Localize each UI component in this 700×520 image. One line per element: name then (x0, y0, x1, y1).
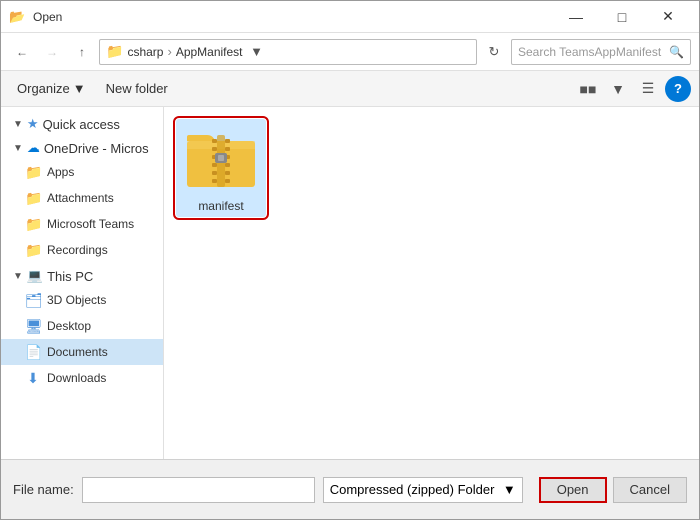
toolbar-right: ■■ ▼ ☰ ? (575, 76, 691, 102)
sidebar-item-desktop-label: Desktop (47, 319, 91, 333)
file-type-dropdown[interactable]: Compressed (zipped) Folder ▼ (323, 477, 523, 503)
view-details-button[interactable]: ☰ (635, 76, 661, 102)
documents-icon: 📄 (25, 344, 41, 361)
file-label-manifest: manifest (198, 199, 243, 213)
up-button[interactable]: ↑ (69, 39, 95, 65)
breadcrumb-part2: AppManifest (176, 45, 243, 59)
address-dropdown[interactable]: ▼ (247, 44, 267, 59)
sidebar-item-3d-label: 3D Objects (47, 293, 106, 307)
apps-folder-icon: 📁 (25, 164, 41, 181)
onedrive-arrow: ▼ (13, 143, 23, 154)
title-bar-controls: — □ ✕ (553, 1, 691, 33)
organize-arrow: ▼ (73, 81, 86, 96)
3d-objects-icon: 🗂 (25, 292, 41, 309)
sidebar-item-desktop[interactable]: 🖥 Desktop (1, 313, 163, 339)
file-type-label: Compressed (zipped) Folder (330, 482, 495, 497)
organize-button[interactable]: Organize ▼ (9, 75, 94, 103)
sidebar-section-onedrive[interactable]: ▼ ☁ OneDrive - Micros (1, 135, 163, 159)
refresh-button[interactable]: ↻ (481, 39, 507, 65)
view-dropdown-button[interactable]: ▼ (605, 76, 631, 102)
cancel-button[interactable]: Cancel (613, 477, 687, 503)
dialog-title: Open (33, 10, 62, 24)
address-bar: ← → ↑ 📁 csharp › AppManifest ▼ ↻ Search … (1, 33, 699, 71)
desktop-icon: 🖥 (25, 318, 41, 335)
address-box[interactable]: 📁 csharp › AppManifest ▼ (99, 39, 477, 65)
main-area: ▼ ★ Quick access ▼ ☁ OneDrive - Micros 📁… (1, 107, 699, 459)
quick-access-icon: ★ (27, 116, 39, 132)
sidebar-item-recordings-label: Recordings (47, 243, 108, 257)
sidebar-item-documents[interactable]: 📄 Documents (1, 339, 163, 365)
back-button[interactable]: ← (9, 39, 35, 65)
title-bar: 📂 Open — □ ✕ (1, 1, 699, 33)
open-button[interactable]: Open (539, 477, 607, 503)
sidebar-item-downloads[interactable]: ⬇ Downloads (1, 365, 163, 391)
sidebar-item-attachments-label: Attachments (47, 191, 114, 205)
attachments-folder-icon: 📁 (25, 190, 41, 207)
recordings-folder-icon: 📁 (25, 242, 41, 259)
this-pc-arrow: ▼ (13, 271, 23, 282)
bottom-buttons: Open Cancel (539, 477, 687, 503)
quick-access-label: Quick access (43, 117, 120, 132)
sidebar-section-this-pc[interactable]: ▼ 💻 This PC (1, 263, 163, 287)
file-icon-wrapper (185, 123, 257, 195)
search-box[interactable]: Search TeamsAppManifest 🔍 (511, 39, 691, 65)
new-folder-button[interactable]: New folder (98, 75, 176, 103)
title-bar-left: 📂 Open (9, 9, 62, 25)
this-pc-icon: 💻 (27, 268, 43, 284)
dialog-icon: 📂 (9, 9, 25, 25)
sidebar-item-3d-objects[interactable]: 🗂 3D Objects (1, 287, 163, 313)
onedrive-label: OneDrive - Micros (44, 141, 149, 156)
file-type-arrow: ▼ (503, 482, 516, 497)
toolbar: Organize ▼ New folder ■■ ▼ ☰ ? (1, 71, 699, 107)
sidebar-item-apps-label: Apps (47, 165, 74, 179)
open-dialog: 📂 Open — □ ✕ ← → ↑ 📁 csharp › AppManifes… (0, 0, 700, 520)
forward-button[interactable]: → (39, 39, 65, 65)
maximize-button[interactable]: □ (599, 1, 645, 33)
breadcrumb-part1: csharp (127, 45, 163, 59)
downloads-icon: ⬇ (25, 370, 41, 387)
sidebar-item-downloads-label: Downloads (47, 371, 106, 385)
folder-icon: 📁 (106, 43, 123, 60)
sidebar-item-documents-label: Documents (47, 345, 108, 359)
minimize-button[interactable]: — (553, 1, 599, 33)
help-button[interactable]: ? (665, 76, 691, 102)
close-button[interactable]: ✕ (645, 1, 691, 33)
teams-folder-icon: 📁 (25, 216, 41, 233)
file-item-manifest[interactable]: manifest (176, 119, 266, 217)
file-grid: manifest (176, 119, 687, 217)
organize-label: Organize (17, 81, 70, 96)
onedrive-icon: ☁ (27, 140, 40, 156)
filename-label: File name: (13, 482, 74, 497)
quick-access-arrow: ▼ (13, 119, 23, 130)
content-area: manifest (164, 107, 699, 459)
breadcrumb-sep1: › (167, 44, 171, 59)
search-placeholder: Search TeamsAppManifest (518, 45, 665, 59)
zip-folder-svg (185, 127, 257, 191)
search-icon: 🔍 (669, 45, 684, 59)
sidebar-item-microsoft-teams[interactable]: 📁 Microsoft Teams (1, 211, 163, 237)
this-pc-label: This PC (47, 269, 93, 284)
sidebar: ▼ ★ Quick access ▼ ☁ OneDrive - Micros 📁… (1, 107, 164, 459)
view-tiles-button[interactable]: ■■ (575, 76, 601, 102)
sidebar-item-recordings[interactable]: 📁 Recordings (1, 237, 163, 263)
new-folder-label: New folder (106, 81, 168, 96)
sidebar-section-quick-access[interactable]: ▼ ★ Quick access (1, 111, 163, 135)
bottom-bar: File name: Compressed (zipped) Folder ▼ … (1, 459, 699, 519)
sidebar-item-attachments[interactable]: 📁 Attachments (1, 185, 163, 211)
breadcrumb: csharp › AppManifest (127, 44, 242, 59)
sidebar-item-apps[interactable]: 📁 Apps (1, 159, 163, 185)
filename-input[interactable] (82, 477, 315, 503)
sidebar-item-teams-label: Microsoft Teams (47, 217, 134, 231)
